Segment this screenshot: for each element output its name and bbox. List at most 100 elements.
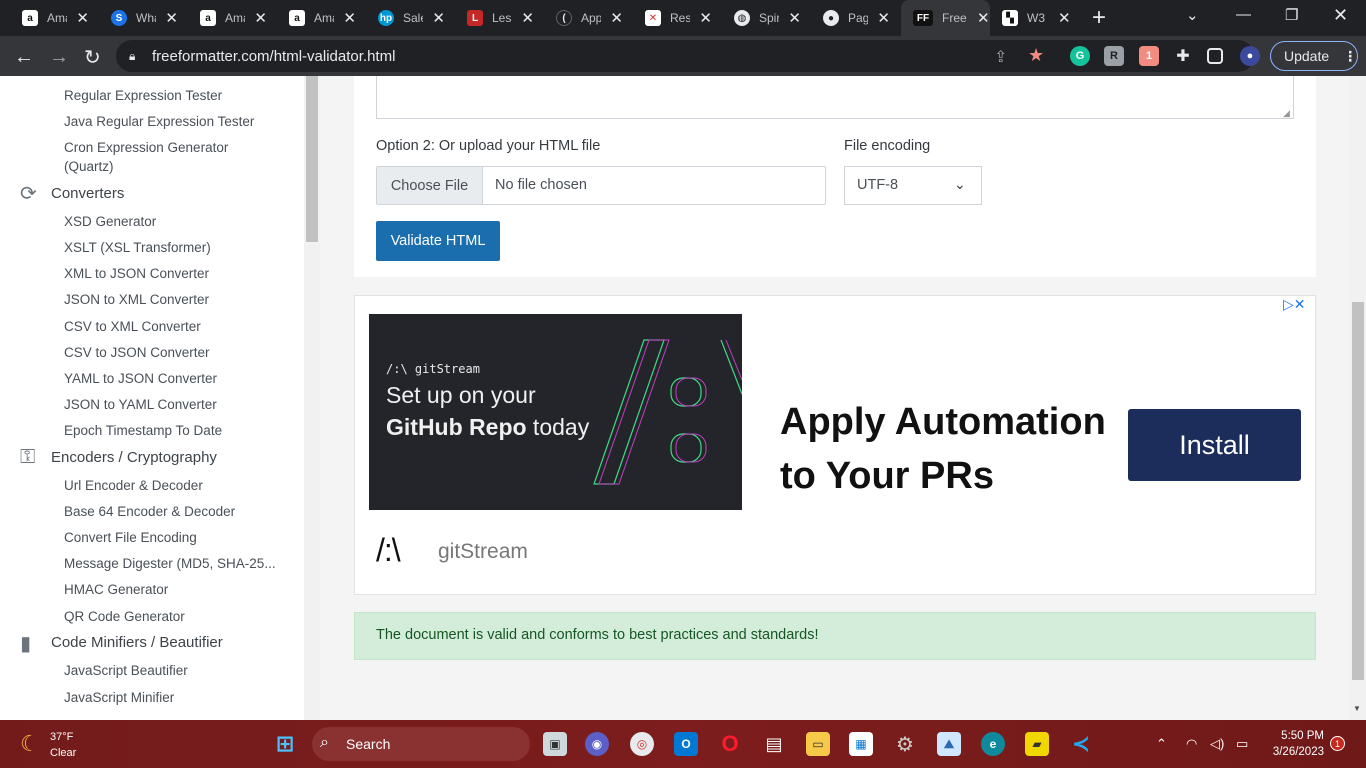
sidebar-item[interactable]: Convert File Encoding — [64, 530, 197, 545]
sidebar-item[interactable]: Cron Expression Generator — [64, 140, 228, 155]
sidebar-scrollbar-thumb[interactable] — [306, 76, 318, 242]
sidebar-item[interactable]: Java Regular Expression Tester — [64, 114, 254, 129]
taskbar-search[interactable] — [312, 727, 530, 761]
close-tab-icon[interactable]: ✕ — [521, 9, 534, 27]
task-view-icon[interactable]: ▣ — [543, 732, 567, 756]
battery-icon[interactable]: ▭ — [1236, 736, 1248, 752]
choose-file-button[interactable]: Choose File — [377, 167, 483, 204]
page-scrollbar-thumb[interactable] — [1352, 302, 1364, 680]
vscode-icon[interactable]: ≺ — [1069, 731, 1093, 756]
sidebar-item[interactable]: Message Digester (MD5, SHA-25... — [64, 556, 276, 571]
update-button[interactable]: Update ⋮ — [1270, 41, 1358, 71]
sticky-notes-icon[interactable]: ▰ — [1025, 732, 1049, 756]
sidebar-item[interactable]: HMAC Generator — [64, 582, 168, 597]
sidebar-item[interactable]: QR Code Generator — [64, 609, 185, 624]
tab[interactable]: aAma✕ — [0, 0, 89, 36]
ad-choices-icon[interactable]: ▷✕ — [1283, 296, 1306, 313]
file-explorer-icon[interactable]: ▭ — [806, 732, 830, 756]
store-icon[interactable]: ▦ — [849, 732, 873, 756]
close-tab-icon[interactable]: ✕ — [788, 9, 801, 27]
grammarly-icon[interactable]: G — [1070, 46, 1090, 66]
back-icon[interactable]: ← — [14, 46, 34, 69]
tab[interactable]: ● Pag ✕ — [801, 0, 890, 36]
sidebar-item[interactable]: JSON to XML Converter — [64, 292, 209, 307]
sidebar-item[interactable]: Regular Expression Tester — [64, 88, 222, 103]
sidebar-item[interactable]: XML to JSON Converter — [64, 266, 209, 281]
install-button[interactable]: Install — [1128, 409, 1301, 481]
tab[interactable]: (App ✕ — [534, 0, 623, 36]
sidebar-item[interactable]: JSON to YAML Converter — [64, 397, 217, 412]
html-input-textarea[interactable] — [376, 76, 1294, 119]
extensions-puzzle-icon[interactable]: ✚ — [1173, 46, 1193, 66]
books-icon[interactable]: ▤ — [762, 732, 786, 756]
share-icon[interactable]: ⇪ — [994, 47, 1007, 67]
clock[interactable]: 5:50 PM 3/26/2023 — [1266, 728, 1324, 760]
sidebar-category-minifiers[interactable]: Code Minifiers / Beautifier — [51, 634, 223, 651]
tab[interactable]: ▚ W3 ✕ — [990, 0, 1079, 36]
close-window-icon[interactable]: ✕ — [1333, 5, 1348, 26]
bookmark-star-icon[interactable]: ★ — [1028, 45, 1044, 66]
sidebar-item[interactable]: XSLT (XSL Transformer) — [64, 240, 211, 255]
forward-icon[interactable]: → — [49, 46, 69, 69]
photos-icon[interactable]: ⛰ — [937, 732, 961, 756]
extension-badge-icon[interactable]: 1 — [1139, 46, 1159, 66]
resize-handle-icon[interactable]: ◢ — [1283, 108, 1290, 119]
volume-icon[interactable]: ◁) — [1210, 736, 1224, 752]
scroll-down-arrow-icon[interactable]: ▼ — [1353, 704, 1361, 713]
close-tab-icon[interactable]: ✕ — [432, 9, 445, 27]
weather-widget[interactable]: 37°F Clear — [50, 729, 76, 761]
sidebar-item[interactable]: CSV to JSON Converter — [64, 345, 210, 360]
tab[interactable]: SWha✕ — [89, 0, 178, 36]
outlook-icon[interactable]: O — [674, 732, 698, 756]
sidebar-item[interactable]: (Quartz) — [64, 159, 114, 174]
minimize-icon[interactable]: — — [1236, 6, 1251, 23]
new-tab-icon[interactable]: + — [1092, 4, 1106, 32]
ad-advertiser-name[interactable]: gitStream — [438, 540, 528, 564]
sidebar-item[interactable]: JavaScript Minifier — [64, 690, 174, 705]
sidebar-item[interactable]: JavaScript Beautifier — [64, 663, 188, 678]
windows-start-icon[interactable]: ⊞ — [273, 731, 297, 756]
restore-icon[interactable]: ❐ — [1285, 6, 1298, 24]
sidebar-item[interactable]: XSD Generator — [64, 214, 156, 229]
tab[interactable]: ✕Resp✕ — [623, 0, 712, 36]
profile-avatar[interactable]: ● — [1240, 46, 1260, 66]
tray-overflow-chevron-icon[interactable]: ⌃ — [1156, 736, 1167, 752]
extension-r-icon[interactable]: R — [1104, 46, 1124, 66]
sidebar-item[interactable]: Base 64 Encoder & Decoder — [64, 504, 235, 519]
lock-icon[interactable]: 🔒︎ — [129, 49, 135, 64]
tab[interactable]: aAma✕ — [267, 0, 356, 36]
edge-icon[interactable]: e — [981, 732, 1005, 756]
close-tab-icon[interactable]: ✕ — [76, 9, 89, 27]
url-text[interactable]: freeformatter.com/html-validator.html — [152, 48, 395, 65]
settings-gear-icon[interactable]: ⚙ — [893, 732, 917, 756]
tab[interactable]: ◍ Spir ✕ — [712, 0, 801, 36]
close-tab-icon[interactable]: ✕ — [343, 9, 356, 27]
sidebar-item[interactable]: YAML to JSON Converter — [64, 371, 217, 386]
wifi-icon[interactable]: ◠ — [1186, 736, 1197, 752]
tab[interactable]: hpSale✕ — [356, 0, 445, 36]
close-tab-icon[interactable]: ✕ — [977, 9, 990, 27]
sidebar-item[interactable]: Epoch Timestamp To Date — [64, 423, 222, 438]
sidebar-category-converters[interactable]: Converters — [51, 185, 124, 202]
tab-active[interactable]: FF Free ✕ — [901, 0, 990, 36]
close-tab-icon[interactable]: ✕ — [1058, 9, 1071, 27]
sidebar-item[interactable]: CSV to XML Converter — [64, 319, 201, 334]
close-tab-icon[interactable]: ✕ — [699, 9, 712, 27]
tab[interactable]: aAma✕ — [178, 0, 267, 36]
opera-icon[interactable]: O — [718, 731, 742, 756]
moon-weather-icon[interactable]: ☾ — [20, 731, 40, 757]
close-tab-icon[interactable]: ✕ — [877, 9, 890, 27]
tab-search-chevron-icon[interactable]: ⌄ — [1186, 6, 1199, 24]
notification-badge[interactable]: 1 — [1330, 736, 1345, 751]
teams-chat-icon[interactable]: ◉ — [585, 732, 609, 756]
close-tab-icon[interactable]: ✕ — [165, 9, 178, 27]
close-tab-icon[interactable]: ✕ — [610, 9, 623, 27]
chrome-icon[interactable]: ◎ — [630, 732, 654, 756]
validate-html-button[interactable]: Validate HTML — [376, 221, 500, 261]
ad-banner-image[interactable] — [369, 314, 742, 510]
tab[interactable]: LLess✕ — [445, 0, 534, 36]
reload-icon[interactable]: ↻ — [84, 45, 101, 70]
sidebar-item[interactable]: Url Encoder & Decoder — [64, 478, 203, 493]
close-tab-icon[interactable]: ✕ — [254, 9, 267, 27]
side-panel-icon[interactable] — [1207, 48, 1223, 64]
